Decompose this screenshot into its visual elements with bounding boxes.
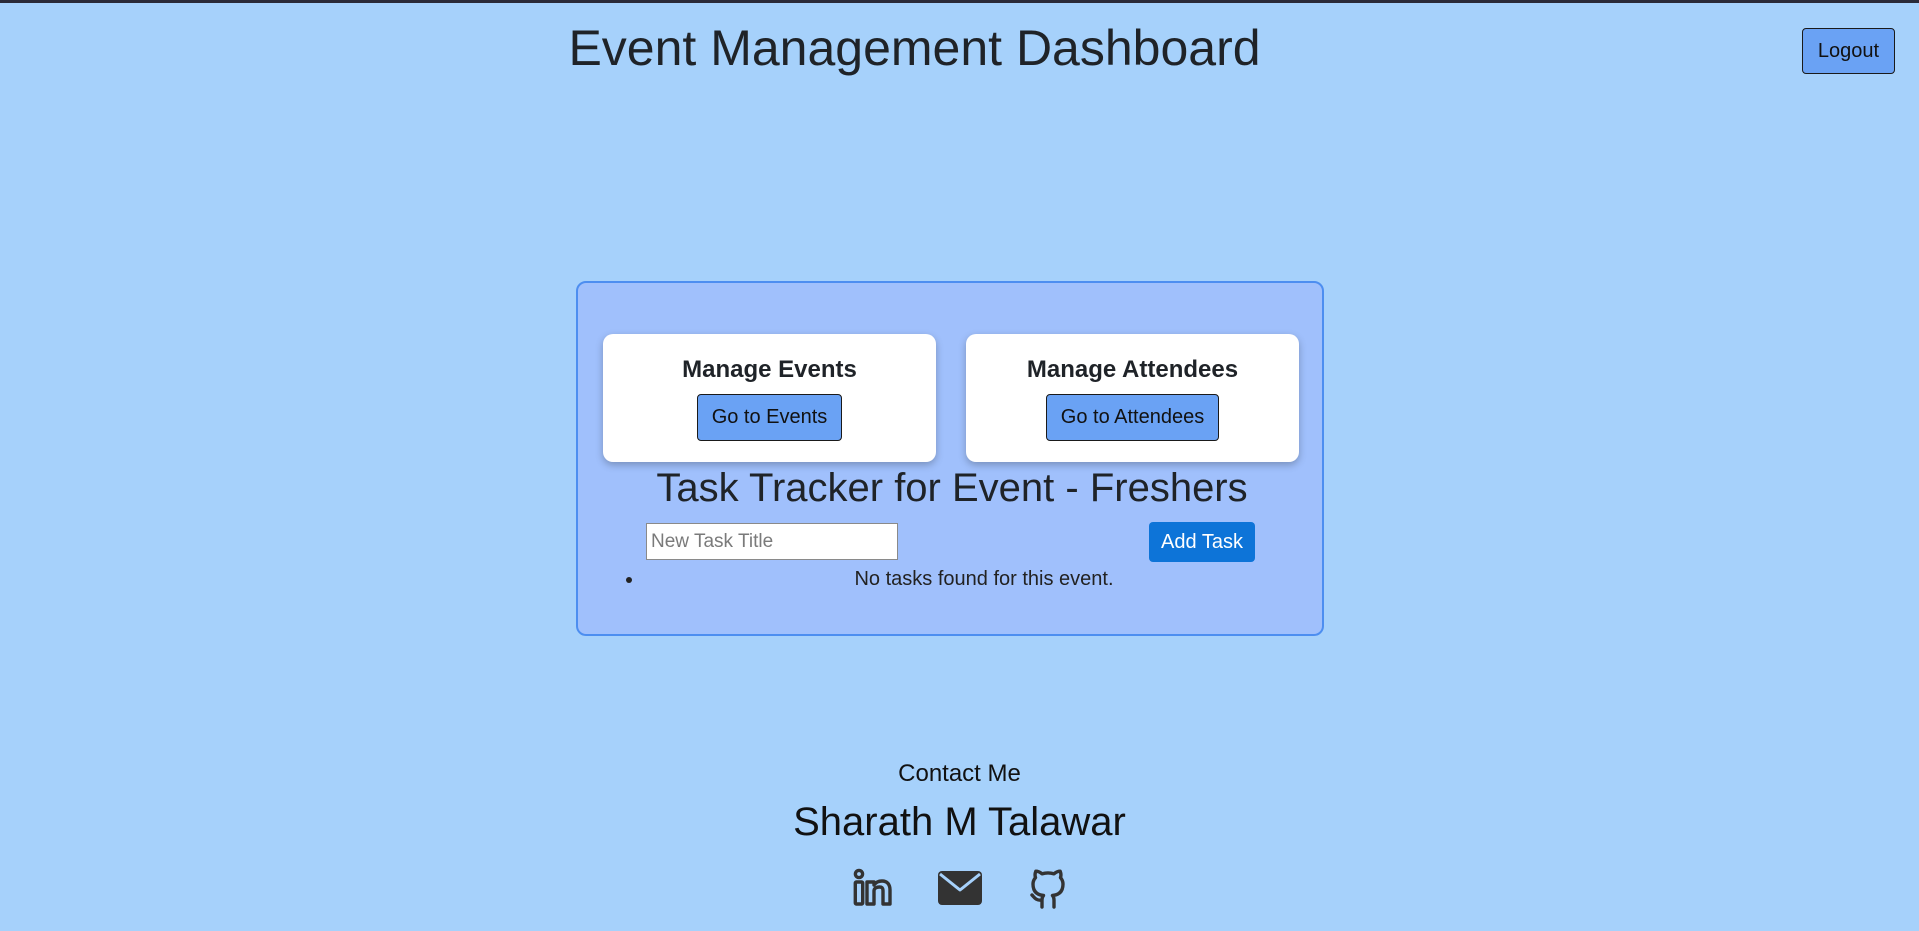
logout-button[interactable]: Logout	[1802, 28, 1895, 74]
manage-attendees-card: Manage Attendees Go to Attendees	[966, 334, 1299, 462]
empty-task-message: No tasks found for this event.	[644, 566, 1324, 592]
manage-attendees-title: Manage Attendees	[1026, 356, 1239, 383]
dashboard-panel: Manage Events Go to Events Manage Attend…	[576, 281, 1324, 636]
page-title: Event Management Dashboard	[568, 20, 1261, 76]
contact-heading: Contact Me	[898, 760, 1021, 787]
add-task-button[interactable]: Add Task	[1149, 522, 1255, 562]
task-list: No tasks found for this event.	[618, 566, 1324, 592]
go-to-events-button[interactable]: Go to Events	[696, 394, 843, 441]
manage-events-card: Manage Events Go to Events	[603, 334, 936, 462]
github-icon[interactable]	[1025, 865, 1071, 911]
email-icon[interactable]	[937, 865, 983, 911]
new-task-title-input[interactable]	[646, 523, 898, 560]
task-tracker-title: Task Tracker for Event - Freshers	[656, 466, 1248, 510]
linkedin-icon[interactable]	[849, 865, 895, 911]
contact-name: Sharath M Talawar	[793, 800, 1126, 844]
manage-events-title: Manage Events	[682, 356, 857, 383]
social-links	[0, 865, 1919, 911]
go-to-attendees-button[interactable]: Go to Attendees	[1045, 394, 1220, 441]
